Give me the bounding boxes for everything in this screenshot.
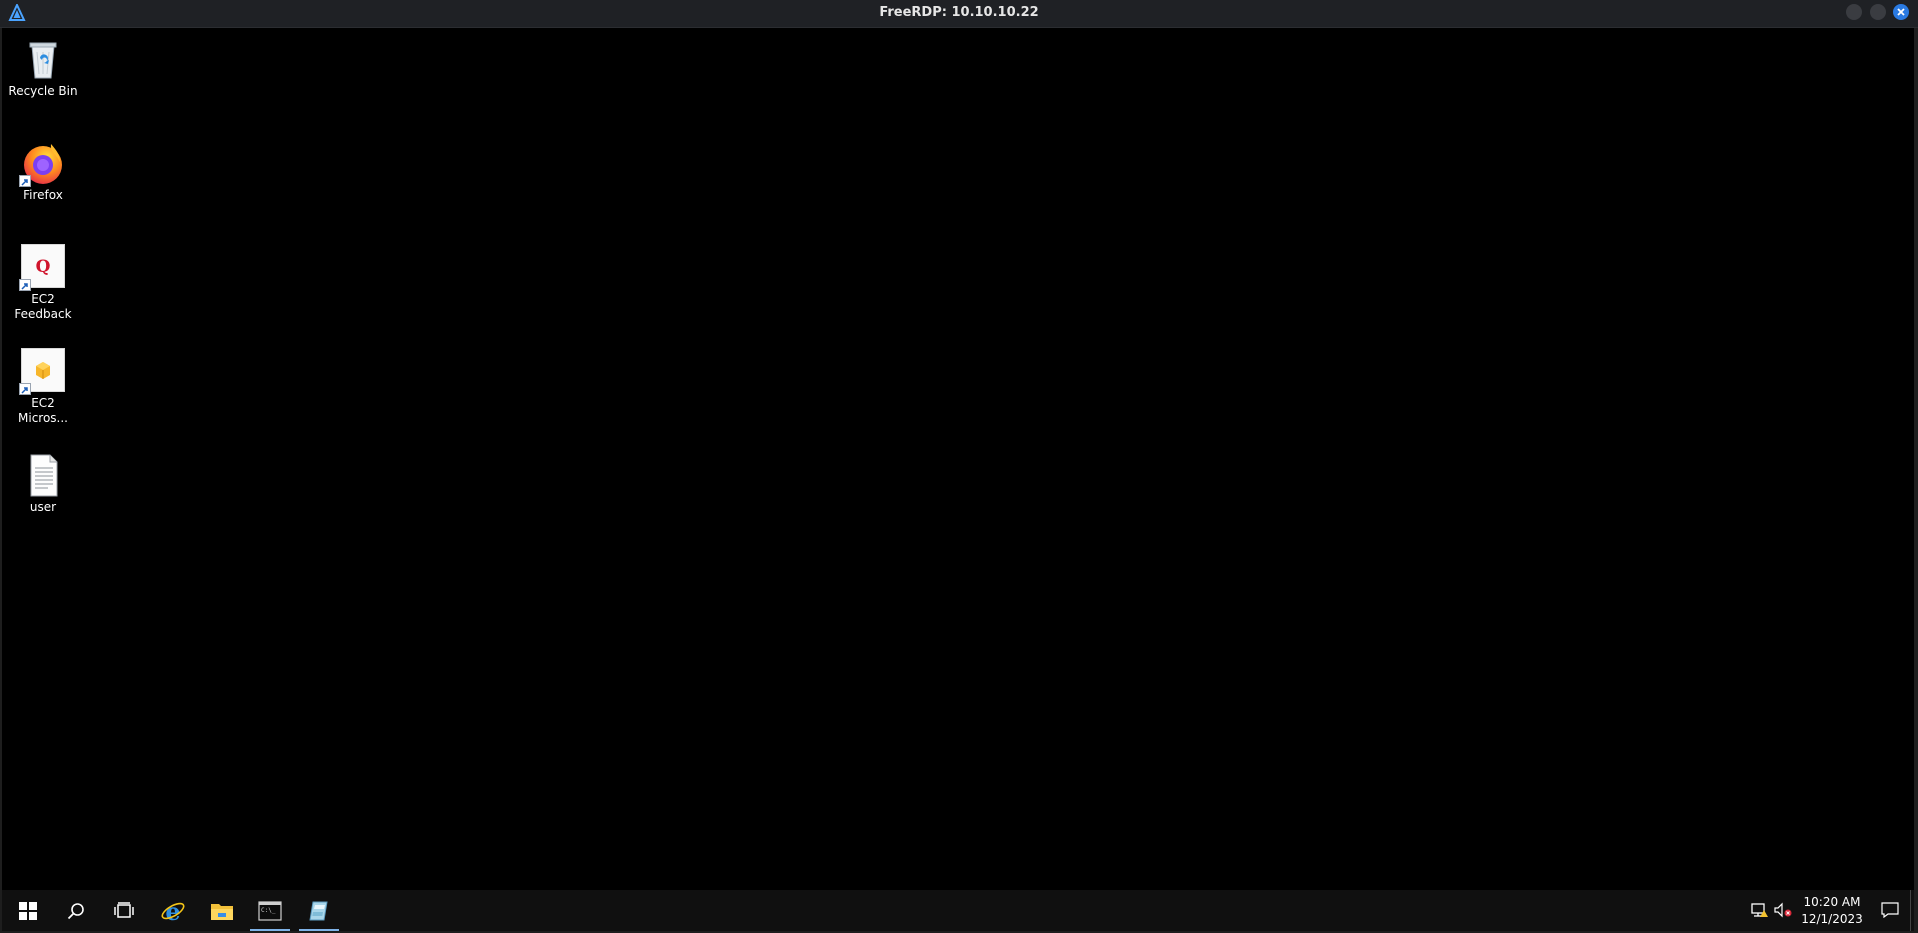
desktop-icon-label: user [29,500,57,514]
action-center-button[interactable] [1870,890,1908,931]
freerdp-window: FreeRDP: 10.10.10.22 Recycle Bin Firefox… [0,0,1918,933]
notification-icon [1881,902,1899,918]
minimize-button[interactable] [1846,4,1862,20]
taskbar: e C:\_ 10:20 AM 12/1/2023 [2,890,1914,931]
taskbar-clock[interactable]: 10:20 AM 12/1/2023 [1797,894,1867,928]
window-title: FreeRDP: 10.10.10.22 [879,5,1039,20]
desktop-icon-ec2-microsoft[interactable]: EC2 Micros... [5,348,81,426]
close-button[interactable] [1893,4,1909,20]
clock-time: 10:20 AM [1803,895,1861,909]
task-view-button[interactable] [101,890,147,931]
text-file-icon [20,452,66,498]
app-icon [309,901,328,920]
desktop-icon-recycle-bin[interactable]: Recycle Bin [5,36,81,99]
desktop-icon-user-file[interactable]: user [5,452,81,515]
svg-text:C:\_: C:\_ [261,907,276,914]
svg-text:Q: Q [36,257,51,277]
show-desktop-button[interactable] [1910,890,1915,931]
shortcut-arrow-icon [19,279,31,291]
desktop-icon-label: Recycle Bin [8,84,78,98]
desktop[interactable]: Recycle Bin Firefox Q EC2 Feedback EC2 M… [2,28,1914,895]
windows-start-icon [19,901,37,920]
svg-text:e: e [165,898,180,924]
taskbar-file-explorer[interactable] [199,890,245,931]
network-warning-icon[interactable] [1751,902,1769,918]
command-prompt-icon: C:\_ [258,900,282,921]
close-icon [1897,8,1905,16]
desktop-icon-label: EC2 Feedback [14,292,72,321]
taskbar-command-prompt[interactable]: C:\_ [247,890,293,931]
taskbar-app[interactable] [296,890,342,931]
search-button[interactable] [53,890,99,931]
maximize-button[interactable] [1870,4,1886,20]
internet-explorer-icon: e [161,898,185,924]
clock-date: 12/1/2023 [1801,912,1863,926]
desktop-icon-label: EC2 Micros... [18,396,68,425]
title-bar[interactable]: FreeRDP: 10.10.10.22 [0,0,1918,28]
shortcut-arrow-icon [19,175,31,187]
desktop-icon-label: Firefox [23,188,63,202]
ec2-microsoft-icon [19,348,66,395]
taskbar-internet-explorer[interactable]: e [150,890,196,931]
volume-muted-icon[interactable] [1774,902,1792,918]
recycle-bin-icon [20,36,66,82]
file-explorer-icon [211,903,233,920]
firefox-icon [19,140,66,187]
start-button[interactable] [5,890,51,931]
shortcut-arrow-icon [19,383,31,395]
desktop-icon-ec2-feedback[interactable]: Q EC2 Feedback [5,244,81,322]
desktop-icon-firefox[interactable]: Firefox [5,140,81,203]
task-view-icon [114,901,134,918]
search-icon [67,902,84,919]
ec2-feedback-icon: Q [19,244,66,291]
